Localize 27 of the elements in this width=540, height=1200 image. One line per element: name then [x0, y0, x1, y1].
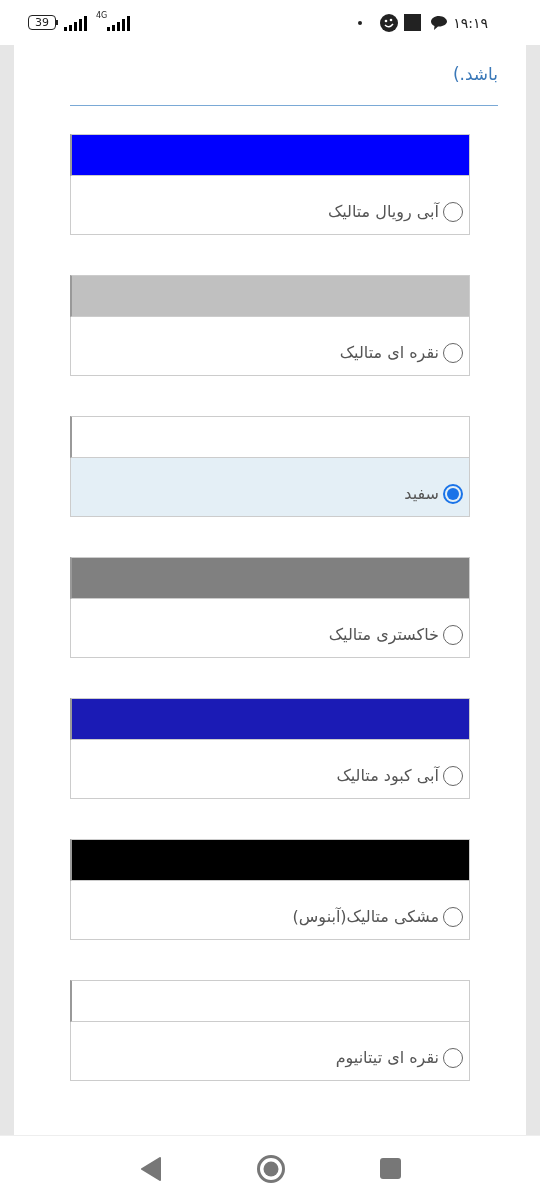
- color-option[interactable]: خاکستری متالیک: [70, 599, 470, 658]
- back-icon[interactable]: [139, 1156, 162, 1181]
- color-option[interactable]: نقره ای تیتانیوم: [70, 1022, 470, 1081]
- color-label: آبی کبود متالیک: [336, 765, 439, 787]
- color-option[interactable]: آبی کبود متالیک: [70, 740, 470, 799]
- recent-apps-icon[interactable]: [379, 1158, 401, 1179]
- color-label: سفید: [404, 483, 439, 505]
- chat-icon: [431, 15, 448, 30]
- color-option[interactable]: مشکی متالیک(آبنوس): [70, 881, 470, 940]
- color-label: مشکی متالیک(آبنوس): [292, 906, 439, 929]
- home-icon[interactable]: [256, 1154, 285, 1183]
- color-option[interactable]: نقره ای متالیک: [70, 317, 470, 376]
- battery-level: 39: [28, 15, 56, 30]
- color-option[interactable]: آبی رویال متالیک: [70, 176, 470, 235]
- color-label: آبی رویال متالیک: [327, 201, 439, 224]
- network-label: 4G: [96, 12, 108, 20]
- clock-time: ۱۹:۱۹: [453, 14, 488, 31]
- color-label: نقره ای متالیک: [339, 342, 439, 365]
- dot-icon: [358, 20, 363, 25]
- radio-button[interactable]: [443, 484, 463, 504]
- color-label: خاکستری متالیک: [328, 624, 439, 647]
- smiley-icon: [380, 13, 399, 32]
- intro-text: باشد.): [70, 45, 498, 106]
- square-icon: [404, 14, 422, 31]
- signal-icon: [64, 14, 90, 31]
- color-option[interactable]: سفید: [70, 458, 470, 517]
- color-label: نقره ای تیتانیوم: [335, 1047, 439, 1070]
